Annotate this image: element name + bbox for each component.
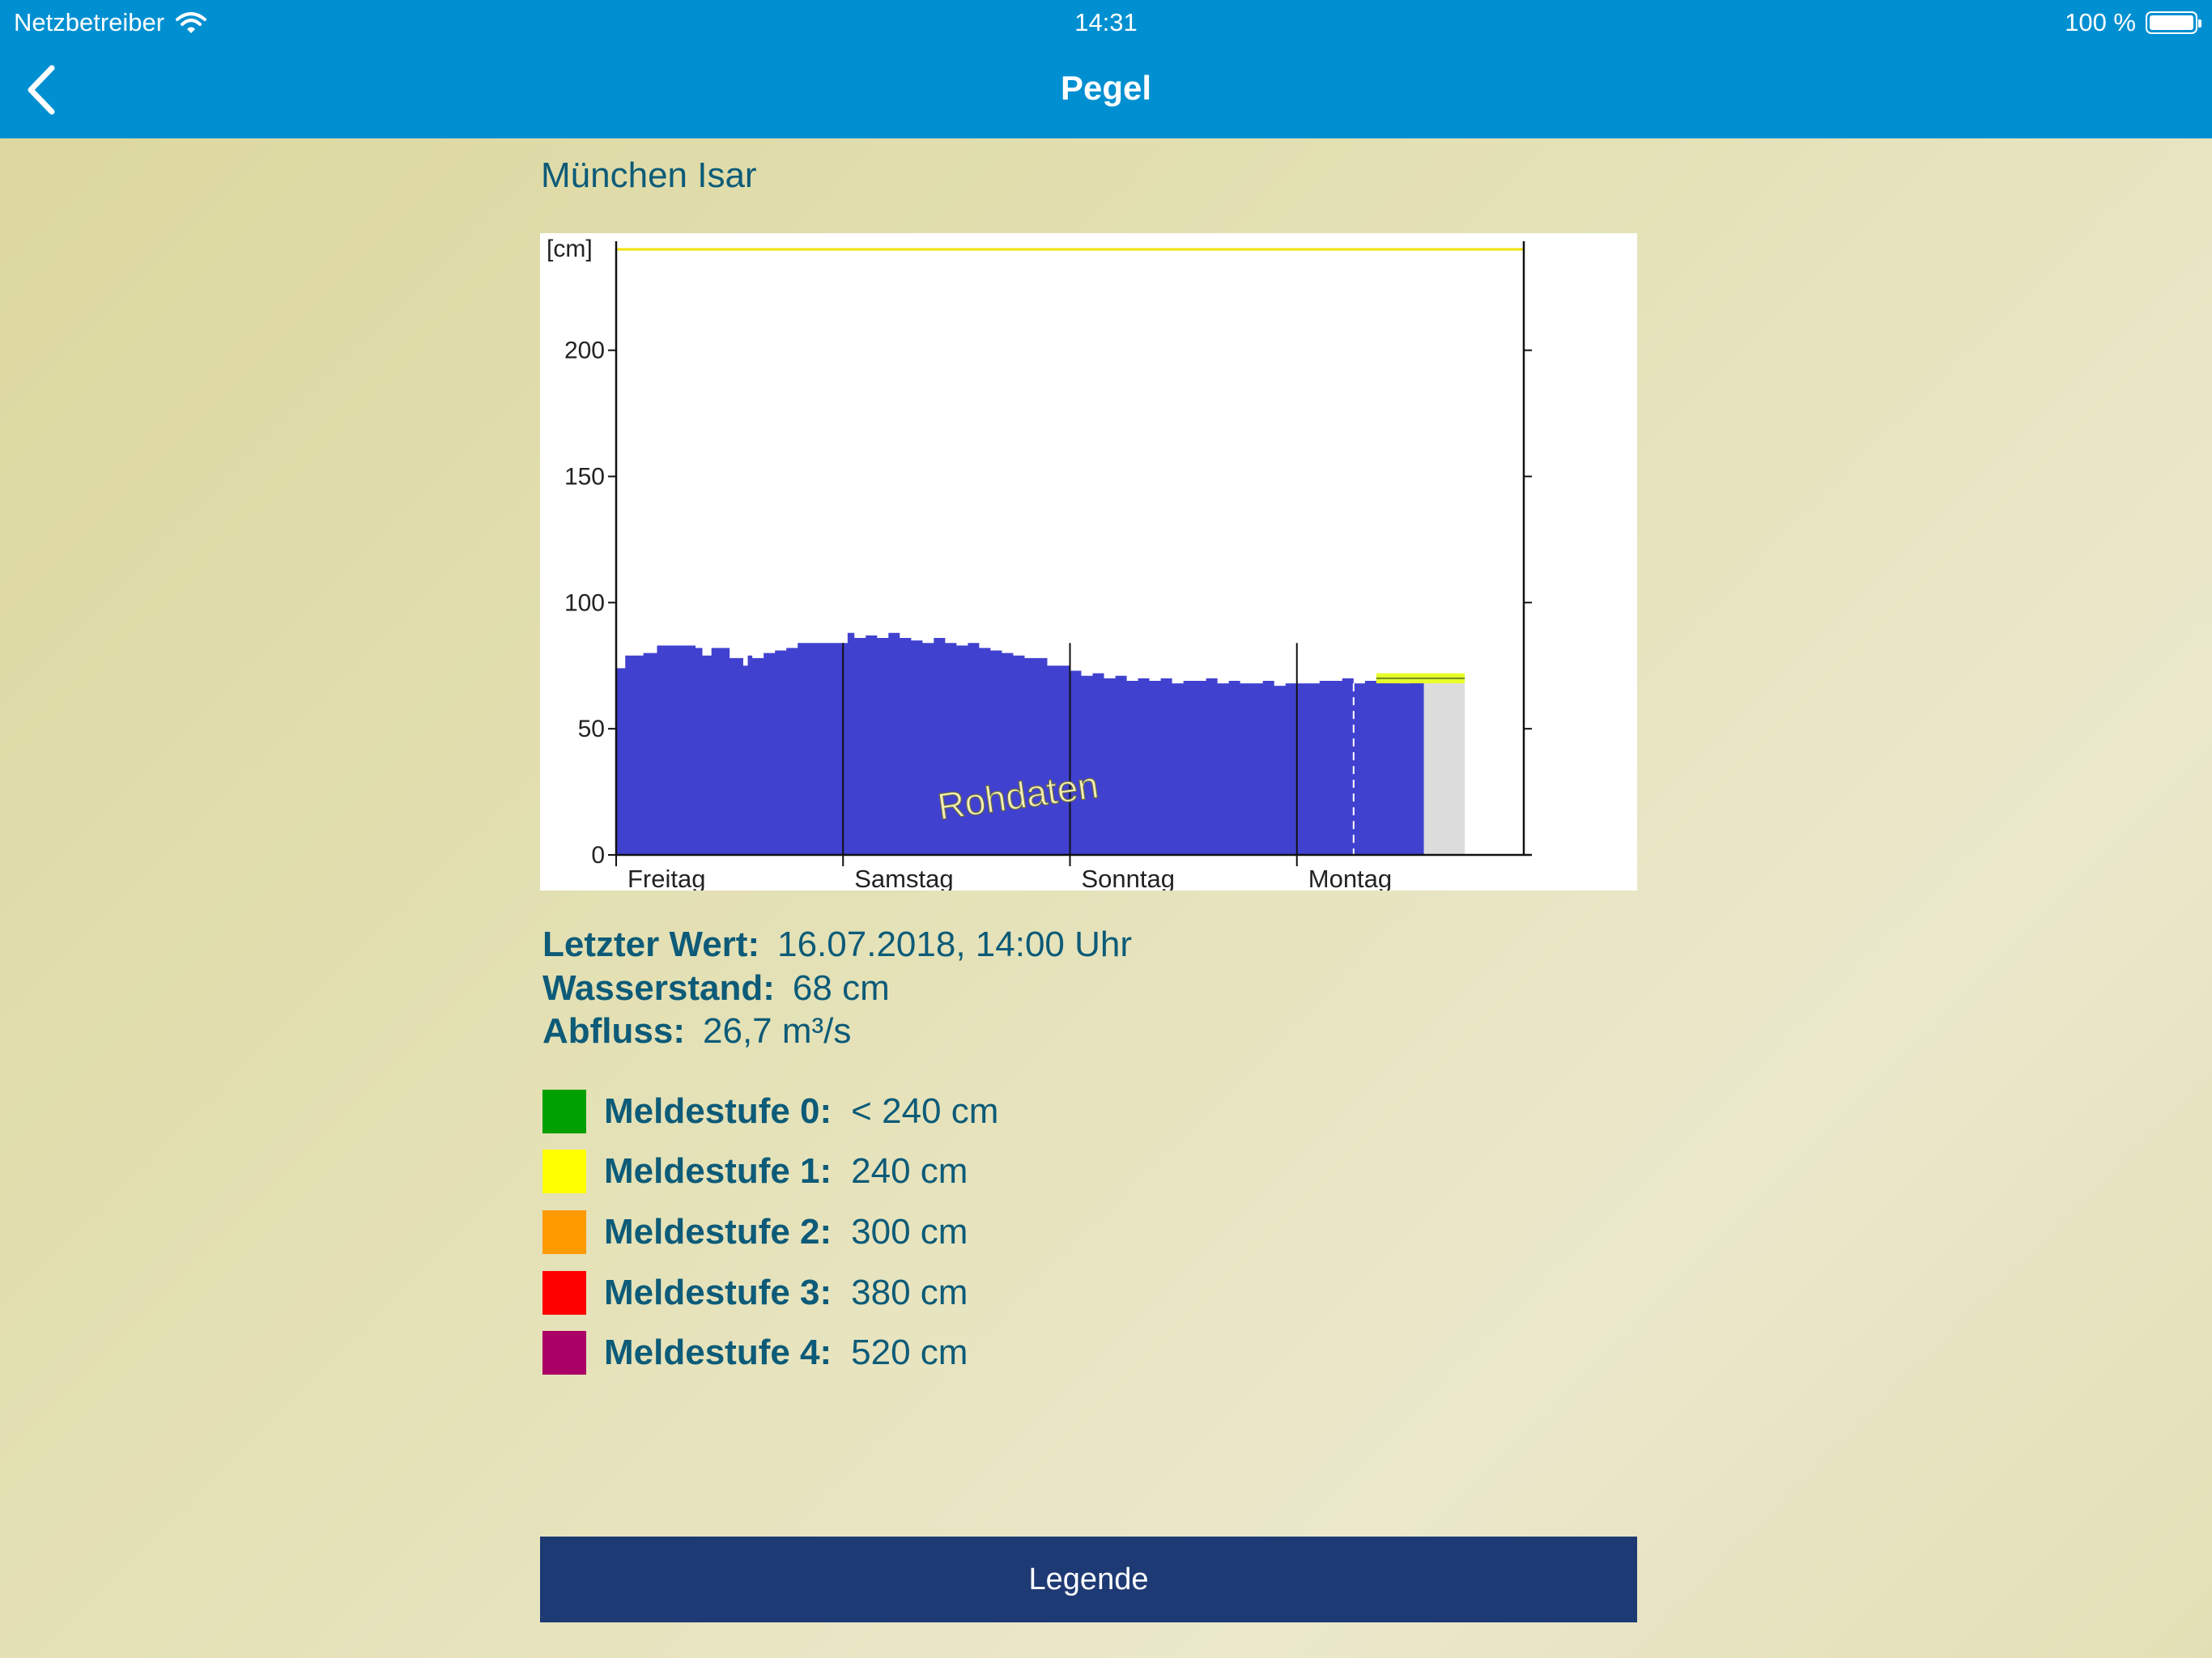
water-level-label: Wasserstand:: [542, 968, 775, 1008]
level-3-value: 380 cm: [851, 1273, 968, 1312]
chart-svg: [cm] 0 50 100 150 200 Freitag Samstag Sonntag Mo…: [547, 236, 1532, 891]
level-0-label: Meldestufe 0:: [604, 1091, 832, 1131]
level-2-label: Meldestufe 2:: [604, 1212, 832, 1252]
discharge-value: 26,7 m³/s: [703, 1011, 852, 1051]
day-label-2: Sonntag: [1082, 865, 1176, 891]
level-4-swatch: [542, 1331, 586, 1375]
level-4-label: Meldestufe 4:: [604, 1333, 832, 1372]
y-tick-label-100: 100: [564, 589, 605, 616]
last-value-row: Letzter Wert: 16.07.2018, 14:00 Uhr: [542, 925, 1132, 965]
level-0-value: < 240 cm: [851, 1091, 999, 1131]
battery-icon: [2146, 11, 2201, 34]
level-1-value: 240 cm: [851, 1151, 968, 1191]
level-4-value: 520 cm: [851, 1333, 968, 1372]
level-1-swatch: [542, 1150, 586, 1193]
battery-percent: 100 %: [2065, 8, 2136, 36]
forecast-area: [1423, 683, 1465, 855]
y-tick-label-50: 50: [578, 716, 605, 742]
y-unit-label: [cm]: [547, 236, 593, 262]
water-level-row: Wasserstand: 68 cm: [542, 968, 890, 1009]
status-right: 100 %: [2065, 8, 2201, 37]
level-1-label: Meldestufe 1:: [604, 1151, 832, 1191]
level-3-row: Meldestufe 3: 380 cm: [542, 1271, 968, 1315]
clock: 14:31: [1074, 8, 1138, 36]
discharge-row: Abfluss: 26,7 m³/s: [542, 1011, 851, 1052]
water-level-area: [616, 632, 1424, 855]
y-tick-label-0: 0: [591, 842, 605, 869]
legend-button[interactable]: Legende: [540, 1537, 1637, 1622]
level-0-row: Meldestufe 0: < 240 cm: [542, 1090, 998, 1133]
last-value-label: Letzter Wert:: [542, 925, 760, 964]
level-4-row: Meldestufe 4: 520 cm: [542, 1331, 968, 1375]
y-tick-label-150: 150: [564, 464, 605, 491]
day-label-3: Montag: [1308, 865, 1392, 891]
discharge-label: Abfluss:: [542, 1011, 685, 1051]
y-tick-label-200: 200: [564, 338, 605, 364]
level-2-swatch: [542, 1210, 586, 1254]
level-2-value: 300 cm: [851, 1212, 968, 1252]
level-1-row: Meldestufe 1: 240 cm: [542, 1150, 968, 1193]
page-title: Pegel: [1060, 69, 1152, 107]
top-bar: Netzbetreiber 14:31 100 % Pegel: [0, 0, 2212, 138]
level-3-label: Meldestufe 3:: [604, 1273, 832, 1312]
day-label-0: Freitag: [627, 865, 705, 891]
water-level-value: 68 cm: [792, 968, 890, 1008]
station-name: München Isar: [541, 155, 757, 195]
last-value: 16.07.2018, 14:00 Uhr: [777, 925, 1133, 964]
level-2-row: Meldestufe 2: 300 cm: [542, 1210, 968, 1254]
day-label-1: Samstag: [854, 865, 953, 891]
level-0-swatch: [542, 1090, 586, 1133]
level-3-swatch: [542, 1271, 586, 1315]
water-level-chart: [cm] 0 50 100 150 200 Freitag Samstag Sonntag Mo…: [540, 233, 1637, 891]
